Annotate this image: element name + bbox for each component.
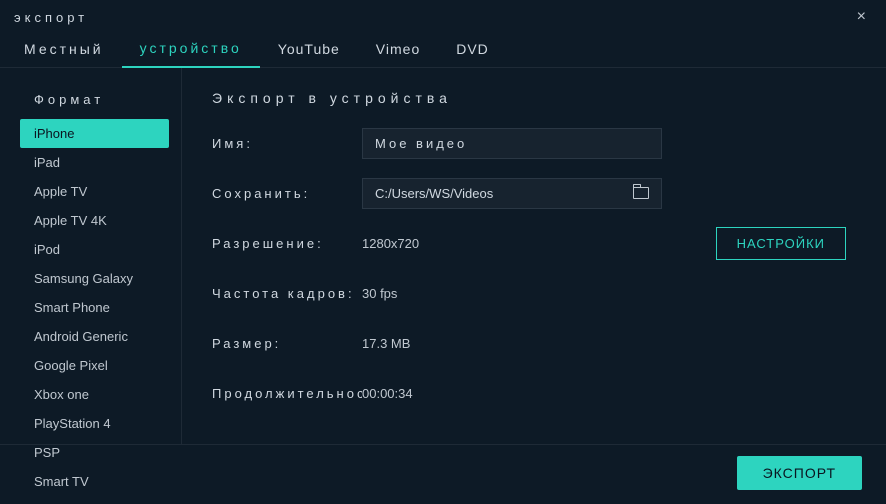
titlebar: экспорт × bbox=[0, 0, 886, 32]
row-duration: Продолжительность: 00:00:34 bbox=[212, 378, 856, 408]
name-input[interactable] bbox=[362, 128, 662, 159]
sidebar-item-ps4[interactable]: PlayStation 4 bbox=[20, 409, 169, 438]
tabs-bar: Местный устройство YouTube Vimeo DVD bbox=[0, 32, 886, 68]
sidebar-item-samsung[interactable]: Samsung Galaxy bbox=[20, 264, 169, 293]
sidebar-item-ipad[interactable]: iPad bbox=[20, 148, 169, 177]
export-button[interactable]: ЭКСПОРТ bbox=[737, 456, 862, 490]
label-name: Имя: bbox=[212, 136, 362, 151]
sidebar: Формат iPhone iPad Apple TV Apple TV 4K … bbox=[0, 68, 182, 444]
settings-button[interactable]: НАСТРОЙКИ bbox=[716, 227, 846, 260]
sidebar-item-appletv[interactable]: Apple TV bbox=[20, 177, 169, 206]
sidebar-item-smarttv[interactable]: Smart TV bbox=[20, 467, 169, 496]
row-save-to: Сохранить: C:/Users/WS/Videos bbox=[212, 178, 856, 208]
sidebar-item-smartphone[interactable]: Smart Phone bbox=[20, 293, 169, 322]
value-resolution: 1280x720 bbox=[362, 236, 419, 251]
sidebar-item-iphone[interactable]: iPhone bbox=[20, 119, 169, 148]
save-path-value: C:/Users/WS/Videos bbox=[375, 186, 493, 201]
value-size: 17.3 MB bbox=[362, 336, 410, 351]
window-title: экспорт bbox=[14, 10, 88, 25]
tab-device[interactable]: устройство bbox=[122, 32, 260, 68]
tab-youtube[interactable]: YouTube bbox=[260, 33, 358, 67]
main-heading: Экспорт в устройства bbox=[212, 90, 856, 106]
sidebar-item-android[interactable]: Android Generic bbox=[20, 322, 169, 351]
tab-local[interactable]: Местный bbox=[6, 33, 122, 67]
row-framerate: Частота кадров: 30 fps bbox=[212, 278, 856, 308]
folder-icon[interactable] bbox=[633, 187, 649, 199]
sidebar-item-xbox[interactable]: Xbox one bbox=[20, 380, 169, 409]
close-icon[interactable]: × bbox=[851, 6, 872, 28]
label-duration: Продолжительность: bbox=[212, 386, 362, 401]
value-duration: 00:00:34 bbox=[362, 386, 413, 401]
row-size: Размер: 17.3 MB bbox=[212, 328, 856, 358]
tab-vimeo[interactable]: Vimeo bbox=[358, 33, 438, 67]
body: Формат iPhone iPad Apple TV Apple TV 4K … bbox=[0, 68, 886, 444]
value-framerate: 30 fps bbox=[362, 286, 397, 301]
main-panel: Экспорт в устройства Имя: Сохранить: C:/… bbox=[182, 68, 886, 444]
tab-dvd[interactable]: DVD bbox=[438, 33, 507, 67]
label-framerate: Частота кадров: bbox=[212, 286, 362, 301]
sidebar-item-appletv4k[interactable]: Apple TV 4K bbox=[20, 206, 169, 235]
label-resolution: Разрешение: bbox=[212, 236, 362, 251]
sidebar-item-psp[interactable]: PSP bbox=[20, 438, 169, 467]
sidebar-item-pixel[interactable]: Google Pixel bbox=[20, 351, 169, 380]
save-path-field[interactable]: C:/Users/WS/Videos bbox=[362, 178, 662, 209]
label-size: Размер: bbox=[212, 336, 362, 351]
row-name: Имя: bbox=[212, 128, 856, 158]
sidebar-heading: Формат bbox=[0, 86, 181, 119]
row-resolution: Разрешение: 1280x720 НАСТРОЙКИ bbox=[212, 228, 856, 258]
label-save-to: Сохранить: bbox=[212, 186, 362, 201]
sidebar-item-ipod[interactable]: iPod bbox=[20, 235, 169, 264]
